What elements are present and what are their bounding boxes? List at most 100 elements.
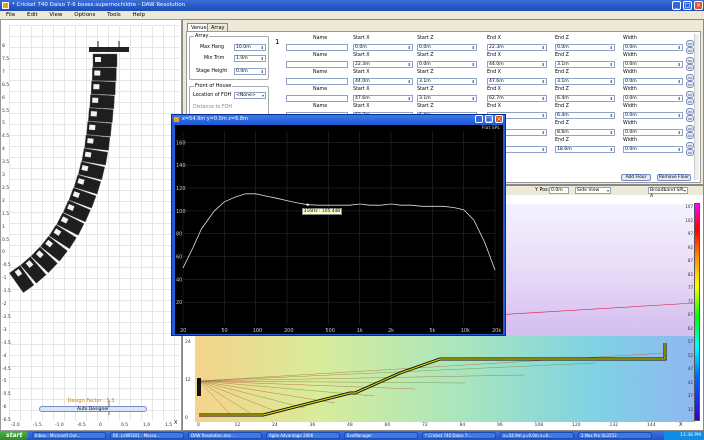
freq-window-titlebar[interactable]: x=54.9m y=0.0m z=6.8m _ □ ×: [172, 115, 505, 124]
floor-cell-input[interactable]: 22.3m ⬍: [487, 44, 547, 51]
row-action-icon[interactable]: ▭: [686, 142, 694, 149]
foh-location-select[interactable]: <None> ▾: [234, 92, 266, 99]
taskbar-item[interactable]: EvoManager: [344, 432, 418, 439]
freq-close-button[interactable]: ×: [495, 115, 503, 123]
vertical-scrollbar[interactable]: [694, 34, 699, 180]
floor-cell-input[interactable]: 44.0m ⬍: [353, 78, 413, 85]
stage-height-input[interactable]: 0.0m ⬍: [234, 68, 266, 75]
floor-cell-value: 62.7m: [489, 96, 504, 101]
row-remove-icon[interactable]: ▭: [686, 81, 694, 88]
row-remove-icon[interactable]: ▭: [686, 132, 694, 139]
floor-cell-input[interactable]: [286, 78, 348, 85]
row-action-icon[interactable]: ▭: [686, 91, 694, 98]
row-action-icon[interactable]: ▭: [686, 57, 694, 64]
floor-cell-value: 3.1m: [419, 79, 431, 84]
taskbar-item[interactable]: 2 Nex Pro UL2252: [578, 432, 652, 439]
colorbar-tick: 37: [687, 393, 693, 398]
taskbar-item[interactable]: Agile Advantage 2006: [266, 432, 340, 439]
floor-cell-input[interactable]: [286, 44, 348, 51]
row-action-icon[interactable]: ▭: [686, 40, 694, 47]
taskbar-item[interactable]: x=54.9m y=0.0m z=6...: [500, 432, 574, 439]
start-button[interactable]: start: [0, 431, 28, 440]
column-header: Start X: [353, 36, 370, 41]
remove-floor-button[interactable]: Remove Floor: [657, 174, 691, 181]
colorbar-tick: 107: [685, 204, 693, 209]
floor-cell-input[interactable]: 0.0m ⬍: [417, 44, 477, 51]
freq-minimize-button[interactable]: _: [475, 115, 483, 123]
taskbar-item[interactable]: Inbox - Microsoft Out...: [32, 432, 106, 439]
floor-cell-input[interactable]: 3.1m ⬍: [417, 78, 477, 85]
taskbar-item[interactable]: RE: LsWR301 - Messa...: [110, 432, 184, 439]
freq-maximize-button[interactable]: □: [485, 115, 493, 123]
taskbar-item[interactable]: DAW Resolution.doc...: [188, 432, 262, 439]
row-remove-icon[interactable]: ▭: [686, 47, 694, 54]
auto-designer-button[interactable]: Auto Designer: [39, 406, 147, 412]
max-hang-input[interactable]: 10.0m ⬍: [234, 44, 266, 51]
close-button[interactable]: ×: [694, 1, 703, 10]
array-view-panel[interactable]: 8 7.5 7 6.5 6 5.5 5 4.5 4 3.5 3 2.5 2 1.5 1 0.5 0 -0.5 -1-…: [0, 19, 182, 431]
row-action-icon[interactable]: ▭: [686, 108, 694, 115]
band-select[interactable]: Broadband SPL A ▾: [648, 187, 688, 199]
floor-cell-input[interactable]: 18.6m ⬍: [555, 146, 615, 153]
floor-cell-input[interactable]: 22.3m ⬍: [353, 61, 413, 68]
floor-cell-input[interactable]: 62.7m ⬍: [487, 95, 547, 102]
floor-cell-input[interactable]: 0.0m ⬍: [417, 61, 477, 68]
spinner-arrows-icon: ⬍: [407, 96, 411, 101]
floor-cell-input[interactable]: 0.0m ⬍: [623, 61, 683, 68]
minimize-button[interactable]: _: [672, 1, 681, 10]
frequency-plot-area: 20 50 100 200 500 1k 2k 5k 10k 20k 160 140 120 100 80 6…: [175, 125, 503, 334]
tab-array[interactable]: Array: [207, 23, 229, 31]
floor-cell-input[interactable]: 47.6m ⬍: [487, 78, 547, 85]
floor-cell-input[interactable]: 8.6m ⬍: [555, 129, 615, 136]
menu-file[interactable]: File: [6, 12, 15, 18]
view-select[interactable]: Side View ▾: [575, 187, 611, 194]
floor-cell-input[interactable]: 6.4m ⬍: [555, 95, 615, 102]
floor-cell-input[interactable]: [286, 95, 348, 102]
y-tick-label: 40: [176, 277, 182, 283]
frequency-response-chart: 20 50 100 200 500 1k 2k 5k 10k 20k 160 140 120 100 80 6…: [176, 131, 501, 334]
floor-cell-input[interactable]: 0.0m ⬍: [623, 78, 683, 85]
row-action-icon[interactable]: ▭: [686, 125, 694, 132]
freq-window-icon: [174, 117, 179, 122]
row-remove-icon[interactable]: ▭: [686, 115, 694, 122]
floor-cell-input[interactable]: 44.0m ⬍: [487, 61, 547, 68]
maximize-button[interactable]: □: [683, 1, 692, 10]
colorbar-tick: 92: [687, 244, 693, 250]
floor-cell-input[interactable]: 0.0m ⬍: [623, 44, 683, 51]
spl-x-tick: 60: [384, 423, 391, 428]
row-remove-icon[interactable]: ▭: [686, 64, 694, 71]
column-header: Start Z: [417, 87, 434, 92]
floor-cell-input[interactable]: 0.0m ⬍: [623, 129, 683, 136]
row-remove-icon[interactable]: ▭: [686, 149, 694, 156]
column-header: Start X: [353, 104, 370, 109]
menu-options[interactable]: Options: [74, 12, 95, 18]
floor-cell-input[interactable]: 47.6m ⬍: [353, 95, 413, 102]
x-tick-label: 1k: [357, 328, 363, 334]
floor-cell-input[interactable]: 0.0m ⬍: [623, 95, 683, 102]
floor-cell-input[interactable]: 0.0m ⬍: [623, 112, 683, 119]
floor-cell-input[interactable]: 3.1m ⬍: [555, 61, 615, 68]
floor-cell-value: 0.0m: [625, 45, 637, 50]
menu-edit[interactable]: Edit: [27, 12, 38, 18]
floor-cell-input[interactable]: 3.1m ⬍: [417, 95, 477, 102]
menu-tools[interactable]: Tools: [107, 12, 121, 18]
floor-cell-input[interactable]: [286, 61, 348, 68]
rigging-frame: [89, 47, 129, 52]
menu-help[interactable]: Help: [132, 12, 145, 18]
floor-cell-input[interactable]: 0.0m ⬍: [623, 146, 683, 153]
add-floor-button[interactable]: Add Floor: [621, 174, 651, 181]
clock: 11:38 PM: [680, 433, 701, 438]
taskbar-item[interactable]: * Cricket 740 Daiso 7-...: [422, 432, 496, 439]
menu-view[interactable]: View: [49, 12, 62, 18]
column-header: End X: [487, 70, 501, 75]
floor-cell-input[interactable]: 0.0m ⬍: [555, 44, 615, 51]
min-trim-input[interactable]: 1.0m ⬍: [234, 55, 266, 62]
spinner-arrows-icon: ⬍: [541, 45, 545, 50]
y-pos-input[interactable]: 0.0m: [549, 187, 569, 194]
frequency-response-window[interactable]: x=54.9m y=0.0m z=6.8m _ □ × 20 50 100 200 50…: [171, 114, 506, 336]
row-remove-icon[interactable]: ▭: [686, 98, 694, 105]
row-action-icon[interactable]: ▭: [686, 74, 694, 81]
floor-cell-input[interactable]: 3.1m ⬍: [555, 78, 615, 85]
floor-cell-input[interactable]: 6.4m ⬍: [555, 112, 615, 119]
floor-cell-input[interactable]: 0.0m ⬍: [353, 44, 413, 51]
